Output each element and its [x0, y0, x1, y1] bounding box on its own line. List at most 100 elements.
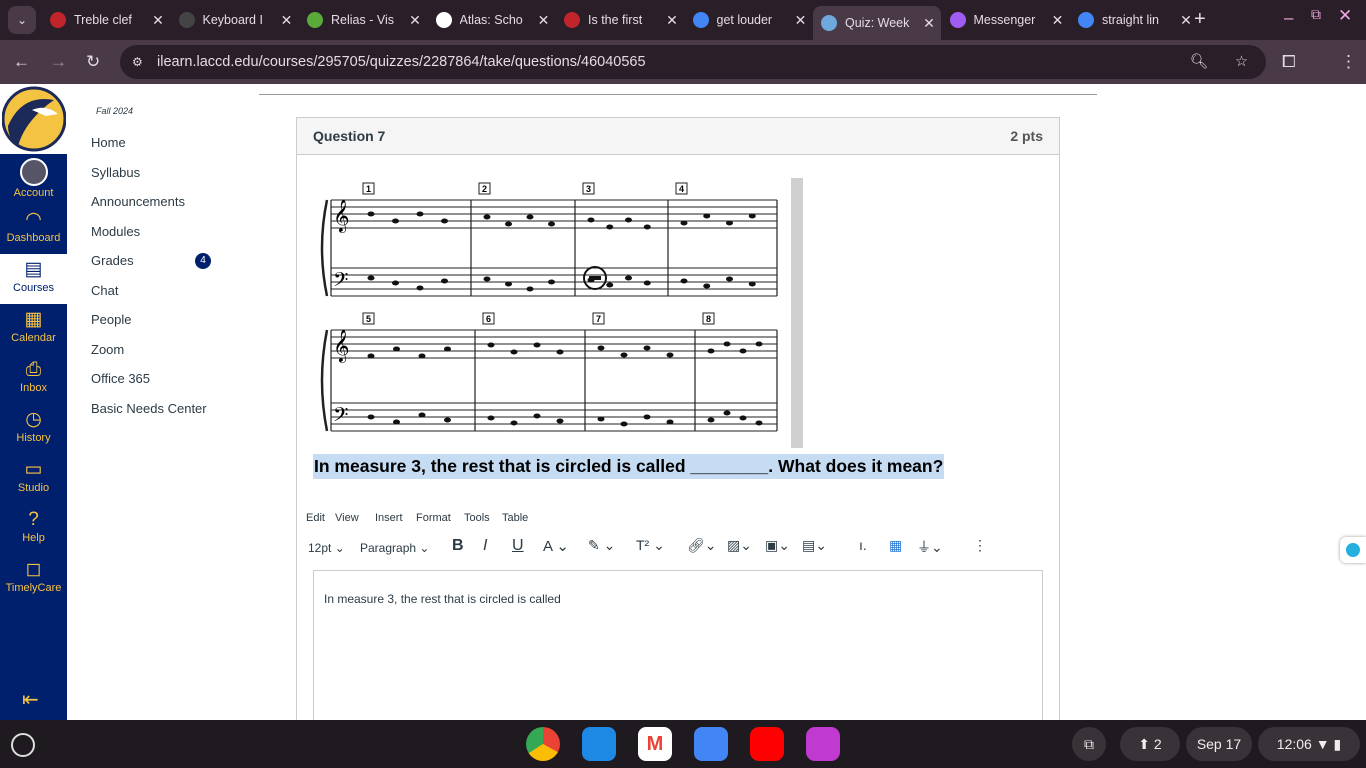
- apps-plug-icon[interactable]: ⏚⌄: [917, 537, 943, 557]
- browser-tab[interactable]: Atlas: Scho ✕: [428, 6, 556, 34]
- editor-menu-edit[interactable]: Edit: [306, 512, 325, 524]
- note: [643, 345, 651, 351]
- superscript-button[interactable]: T² ⌄: [636, 537, 665, 554]
- course-nav-zoom[interactable]: Zoom: [91, 342, 124, 357]
- canvas-app-icon[interactable]: [806, 727, 840, 761]
- whole-rest: [589, 276, 601, 280]
- font-size-select[interactable]: 12pt ⌄: [308, 541, 345, 555]
- zoom-icon[interactable]: 🔍︎: [1190, 45, 1208, 79]
- close-tab-icon[interactable]: ✕: [917, 15, 941, 32]
- global-nav-account[interactable]: ●Account: [0, 154, 67, 204]
- bookmark-star-icon[interactable]: ☆: [1235, 45, 1248, 79]
- close-tab-icon[interactable]: ✕: [1046, 12, 1070, 29]
- editor-menu-insert[interactable]: Insert: [375, 512, 403, 524]
- more-icon[interactable]: ⋮: [973, 537, 987, 554]
- notifications-tray[interactable]: ⬆ 2: [1120, 727, 1180, 761]
- editor-menu-view[interactable]: View: [335, 512, 359, 524]
- global-nav-inbox[interactable]: ⎙ Inbox: [0, 354, 67, 404]
- global-nav-courses[interactable]: ▤ Courses: [0, 254, 67, 304]
- editor-menu-tools[interactable]: Tools: [464, 512, 490, 524]
- date-display[interactable]: Sep 17: [1186, 727, 1252, 761]
- docs-app-icon[interactable]: [694, 727, 728, 761]
- global-nav-history[interactable]: ◷ History: [0, 404, 67, 454]
- extensions-icon[interactable]: ⧠: [1282, 52, 1296, 72]
- image-icon[interactable]: ▨⌄: [727, 537, 752, 554]
- editor-menu-table[interactable]: Table: [502, 512, 528, 524]
- note: [392, 280, 399, 286]
- global-nav-calendar[interactable]: ▦ Calendar: [0, 304, 67, 354]
- maximize-button[interactable]: ⧉: [1311, 6, 1321, 23]
- equation-icon[interactable]: ı.: [859, 537, 867, 553]
- browser-tab[interactable]: straight lin ✕: [1070, 6, 1198, 34]
- course-nav-office-365[interactable]: Office 365: [91, 371, 150, 386]
- course-nav-people[interactable]: People: [91, 312, 131, 327]
- bold-button[interactable]: B: [452, 537, 464, 555]
- global-nav-dashboard[interactable]: ◠ Dashboard: [0, 204, 67, 254]
- global-nav-studio[interactable]: ▭ Studio: [0, 454, 67, 504]
- screen-capture-icon[interactable]: ⧉: [1072, 727, 1106, 761]
- close-tab-icon[interactable]: ✕: [275, 12, 299, 29]
- clock-status-tray[interactable]: 12:06 ▼ ▮: [1258, 727, 1360, 761]
- media-icon[interactable]: ▣⌄: [765, 537, 790, 554]
- back-icon[interactable]: ←: [13, 52, 30, 72]
- launcher-icon[interactable]: [11, 733, 35, 757]
- global-nav-help[interactable]: ? Help: [0, 504, 67, 554]
- forward-icon[interactable]: →: [50, 52, 67, 72]
- browser-tab[interactable]: Quiz: Week ✕: [813, 6, 941, 40]
- browser-tab[interactable]: get louder ✕: [685, 6, 813, 34]
- italic-button[interactable]: I: [483, 537, 487, 555]
- collapse-nav-icon[interactable]: ⇤: [22, 687, 39, 712]
- global-nav-label: Courses: [13, 282, 54, 294]
- text-color-button[interactable]: A ⌄: [543, 537, 569, 555]
- new-tab-button[interactable]: +: [1194, 8, 1206, 31]
- site-settings-icon[interactable]: ⚙: [132, 45, 143, 79]
- browser-tab[interactable]: Is the first ✕: [556, 6, 684, 34]
- browser-menu-icon[interactable]: ⋮: [1340, 52, 1357, 72]
- note: [680, 278, 688, 284]
- editor-menu-format[interactable]: Format: [416, 512, 451, 524]
- course-nav-syllabus[interactable]: Syllabus: [91, 165, 140, 180]
- browser-tab[interactable]: Relias - Vis ✕: [299, 6, 427, 34]
- link-icon[interactable]: 🔗︎⌄: [687, 537, 717, 554]
- note: [597, 345, 605, 351]
- note: [418, 412, 426, 418]
- course-nav-basic-needs-center[interactable]: Basic Needs Center: [91, 401, 207, 416]
- close-tab-icon[interactable]: ✕: [403, 12, 427, 29]
- assistant-launcher-icon[interactable]: [1340, 537, 1366, 563]
- highlight-icon[interactable]: ✎ ⌄: [588, 537, 615, 554]
- youtube-app-icon[interactable]: [750, 727, 784, 761]
- reload-icon[interactable]: ↻: [86, 52, 100, 72]
- note: [620, 421, 628, 427]
- course-nav-grades[interactable]: Grades: [91, 253, 134, 268]
- course-nav-announcements[interactable]: Announcements: [91, 194, 185, 209]
- answer-editor[interactable]: In measure 3, the rest that is circled i…: [313, 570, 1043, 730]
- gmail-app-icon[interactable]: M: [638, 727, 672, 761]
- note: [620, 352, 628, 358]
- browser-tab[interactable]: Keyboard I ✕: [171, 6, 299, 34]
- document-icon[interactable]: ▤⌄: [802, 537, 827, 554]
- studio-embed-icon[interactable]: ▦: [889, 537, 902, 554]
- global-nav-timelycare[interactable]: ◻ TimelyCare: [0, 554, 67, 604]
- close-tab-icon[interactable]: ✕: [789, 12, 813, 29]
- minimize-button[interactable]: –: [1284, 8, 1293, 28]
- course-nav-chat[interactable]: Chat: [91, 283, 118, 298]
- editor-text[interactable]: In measure 3, the rest that is circled i…: [324, 592, 561, 606]
- close-tab-icon[interactable]: ✕: [660, 12, 684, 29]
- course-nav-home[interactable]: Home: [91, 135, 126, 150]
- browser-tab[interactable]: Treble clef ✕: [42, 6, 170, 34]
- address-bar[interactable]: ⚙ ilearn.laccd.edu/courses/295705/quizze…: [120, 45, 1266, 79]
- underline-button[interactable]: U: [512, 537, 524, 555]
- url-text[interactable]: ilearn.laccd.edu/courses/295705/quizzes/…: [157, 54, 646, 70]
- tab-search-button[interactable]: ⌄: [8, 6, 36, 34]
- course-nav-modules[interactable]: Modules: [91, 224, 140, 239]
- close-tab-icon[interactable]: ✕: [532, 12, 556, 29]
- tab-title: straight lin: [1102, 13, 1159, 27]
- close-window-button[interactable]: ✕: [1338, 6, 1352, 26]
- school-logo[interactable]: [0, 84, 67, 154]
- close-tab-icon[interactable]: ✕: [146, 12, 170, 29]
- block-format-select[interactable]: Paragraph ⌄: [360, 541, 429, 555]
- chrome-app-icon[interactable]: [526, 727, 560, 761]
- browser-tab[interactable]: Messenger ✕: [942, 6, 1070, 34]
- files-app-icon[interactable]: [582, 727, 616, 761]
- gauge-icon: ◠: [25, 209, 42, 230]
